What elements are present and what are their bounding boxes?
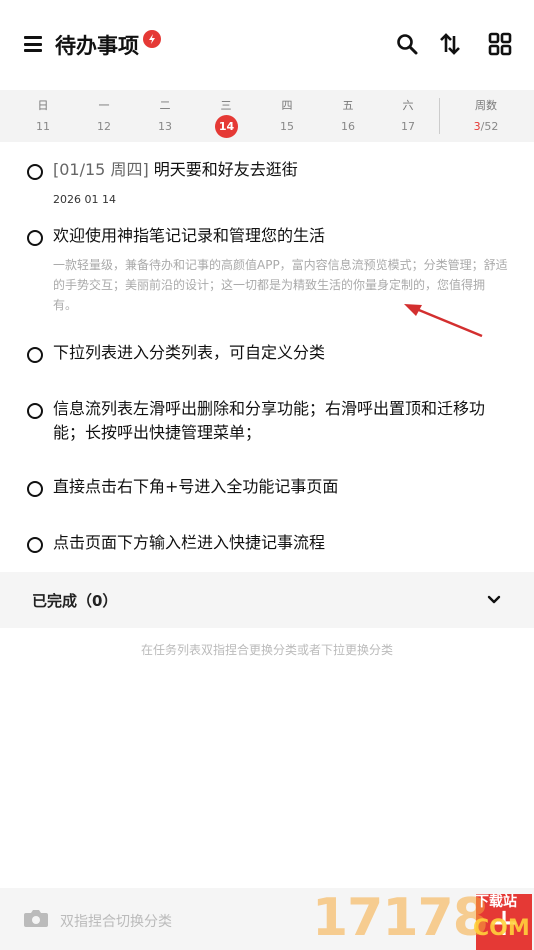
week-current: 3 <box>473 120 481 133</box>
quick-input-placeholder[interactable]: 双指捏合切换分类 <box>60 911 172 931</box>
task-checkbox[interactable] <box>27 403 43 419</box>
chevron-down-icon[interactable] <box>486 592 502 608</box>
sort-icon[interactable] <box>438 32 462 56</box>
gesture-hint: 在任务列表双指捏合更换分类或者下拉更换分类 <box>140 643 393 657</box>
camera-icon[interactable] <box>23 908 49 928</box>
week-total: /52 <box>480 120 499 133</box>
app-header: 待办事项 <box>0 0 534 90</box>
task-date: 2026 01 14 <box>53 193 116 206</box>
flame-badge-icon <box>143 30 161 48</box>
task-title: [01/15 周四] 明天要和好友去逛街 <box>53 160 298 179</box>
search-icon[interactable] <box>395 32 419 56</box>
completed-section[interactable]: 已完成（0） <box>0 572 534 628</box>
calendar-divider <box>439 98 440 134</box>
completed-label: 已完成（0） <box>32 592 118 610</box>
menu-icon[interactable] <box>24 36 42 52</box>
task-checkbox[interactable] <box>27 230 43 246</box>
watermark-logo: 下载站 COM <box>473 894 530 941</box>
grid-icon[interactable] <box>488 32 512 56</box>
task-checkbox[interactable] <box>27 164 43 180</box>
today-marker: 14 <box>215 115 238 138</box>
week-calendar: 日 11 一 12 二 13 三 14 四 15 五 16 六 17 周数 3/… <box>0 90 534 142</box>
task-title: 下拉列表进入分类列表，可自定义分类 <box>53 343 326 362</box>
task-checkbox[interactable] <box>27 537 43 553</box>
task-title: 点击页面下方输入栏进入快捷记事流程 <box>53 533 326 552</box>
task-title: 直接点击右下角+号进入全功能记事页面 <box>53 477 339 496</box>
task-checkbox[interactable] <box>27 481 43 497</box>
watermark-number: 17178 <box>312 888 489 948</box>
task-title: 欢迎使用神指笔记记录和管理您的生活 <box>53 226 326 245</box>
task-date-tag: [01/15 周四] <box>53 160 149 179</box>
annotation-arrow-icon <box>404 304 483 338</box>
task-title: 信息流列表左滑呼出删除和分享功能；右滑呼出置顶和迁移功能；长按呼出快捷管理菜单； <box>53 399 486 442</box>
page-title: 待办事项 <box>55 34 139 58</box>
task-checkbox[interactable] <box>27 347 43 363</box>
